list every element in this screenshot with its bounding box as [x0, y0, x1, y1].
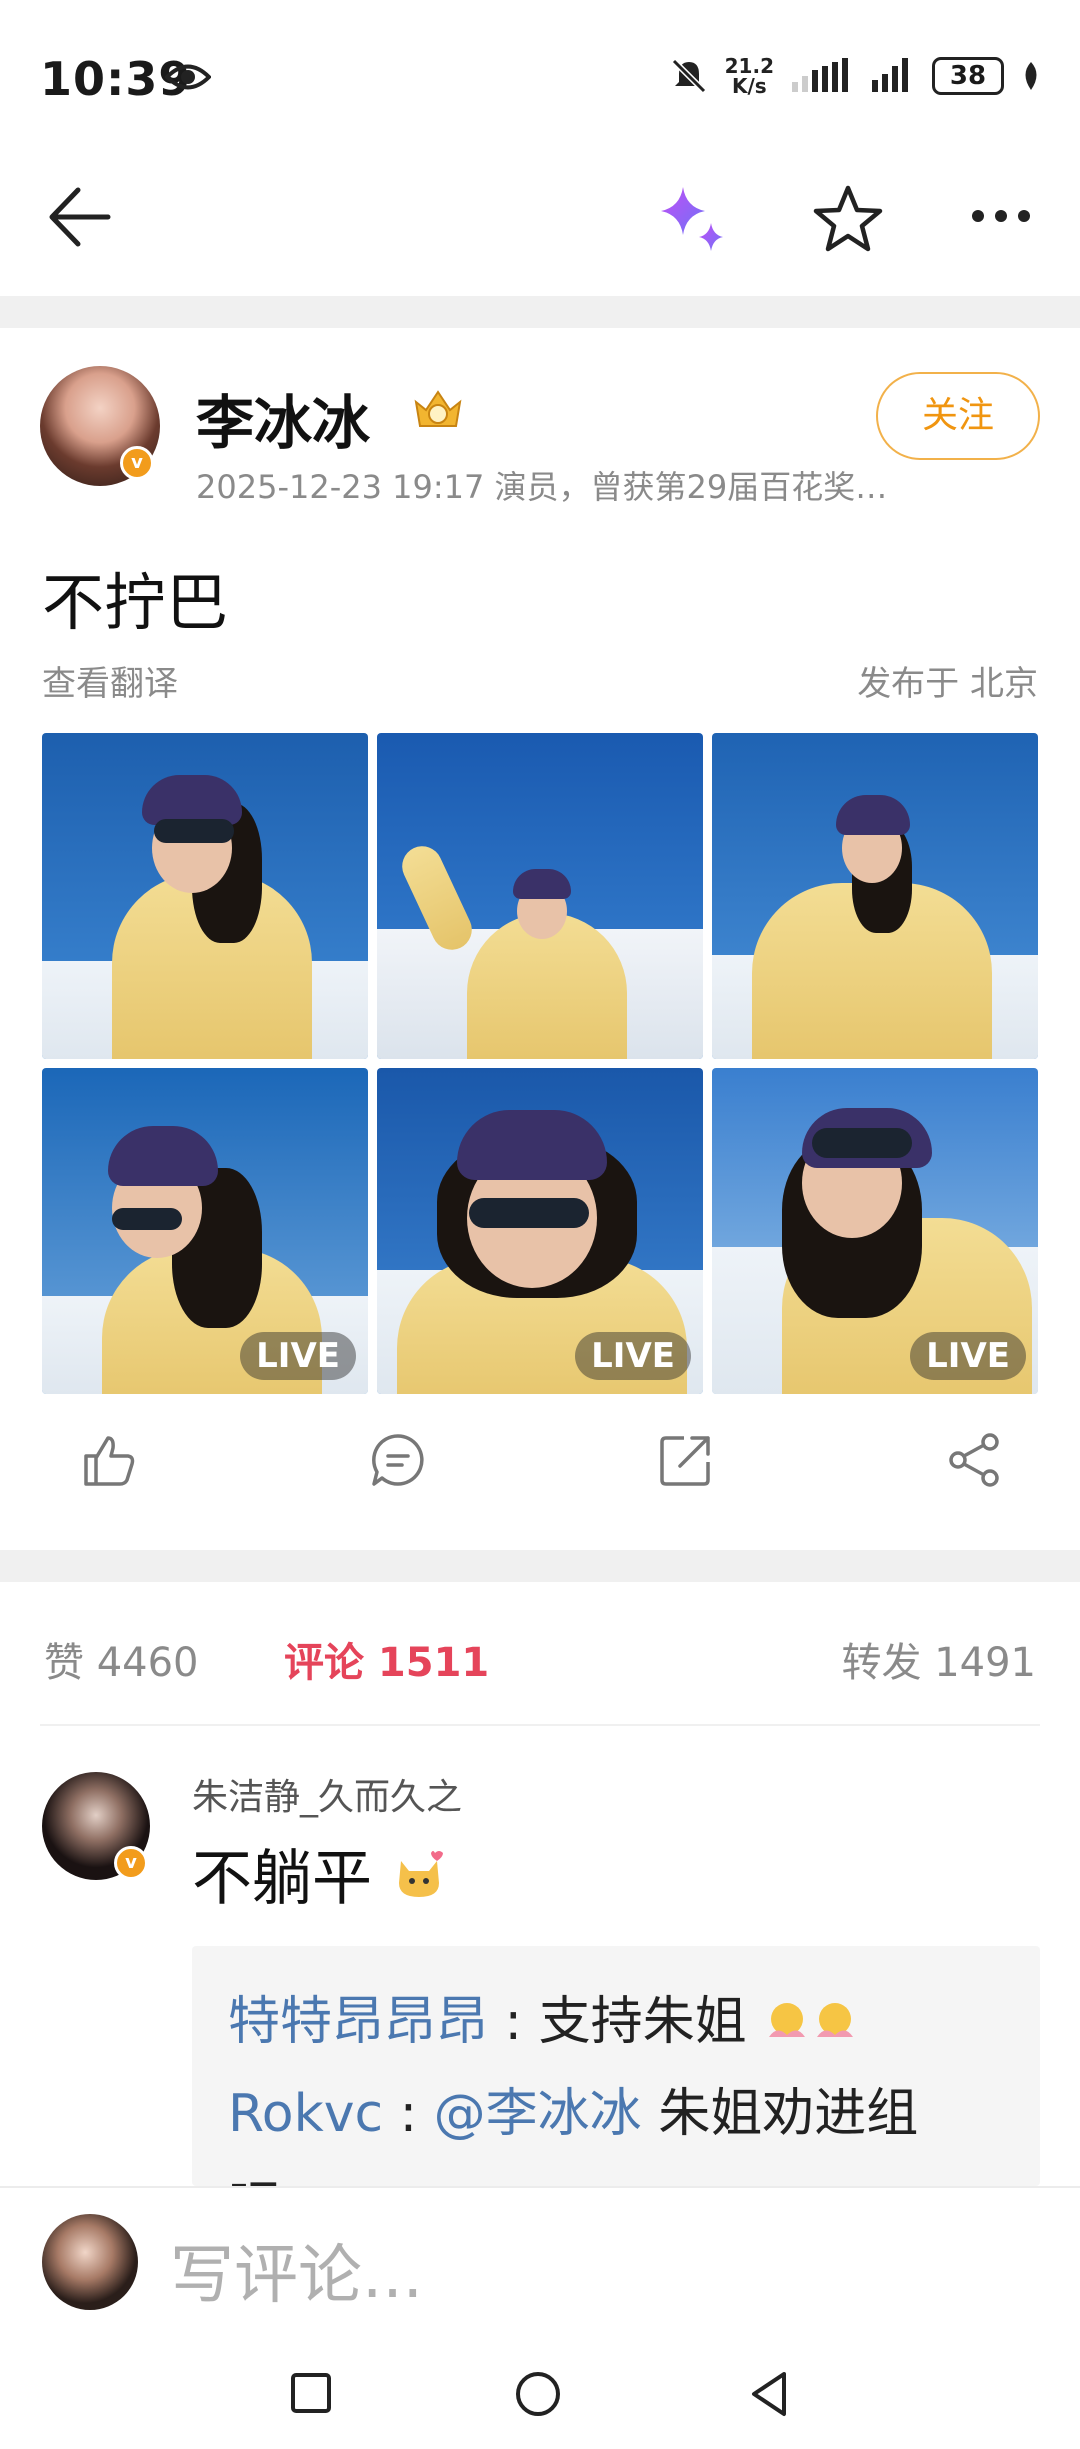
reposts-count[interactable]: 转发 1491 [841, 1630, 1036, 1688]
reply-mention[interactable]: @李冰冰 [434, 2084, 642, 2144]
eye-icon [165, 64, 211, 90]
reply-user[interactable]: 特特昂昂昂 [228, 1992, 488, 2052]
comment-text: 不躺平 [192, 1830, 447, 1917]
comment-author[interactable]: 朱洁静_久而久之 [192, 1768, 462, 1820]
section-divider [0, 1550, 1080, 1582]
signal-icon [872, 58, 908, 92]
battery-icon: 38 [932, 57, 1004, 95]
photo-1[interactable] [42, 733, 368, 1059]
crown-badge-icon [414, 390, 462, 427]
comment-input[interactable]: 写评论... [170, 2224, 423, 2316]
hug-emoji-icon [817, 2003, 854, 2037]
reply-box[interactable]: 特特昂昂昂 : 支持朱姐 Rokvc : @李冰冰 朱姐劝进组 吧 [192, 1946, 1040, 2186]
reply-text: 吧 [228, 2176, 280, 2186]
comment-icon[interactable] [368, 1430, 428, 1490]
circle-icon[interactable] [514, 2370, 562, 2418]
sparkle-icon[interactable] [655, 183, 729, 257]
system-nav-bar [0, 2326, 1080, 2449]
comment-text-body: 不躺平 [192, 1844, 372, 1914]
comment-input-bar: 写评论... [0, 2186, 1080, 2326]
thumbs-up-icon[interactable] [78, 1430, 138, 1490]
post-meta: 2025-12-23 19:17 演员，曾获第29届百花奖… [196, 468, 888, 506]
post-location: 发布于 北京 [857, 664, 1038, 704]
more-icon[interactable] [970, 208, 1032, 224]
photo-4[interactable]: LIVE [42, 1068, 368, 1394]
signal-icon [792, 58, 848, 92]
comments-tab[interactable]: 评论 1511 [284, 1630, 489, 1688]
live-badge: LIVE [910, 1332, 1026, 1380]
status-icons: 21.2 K/s 38 [669, 56, 1042, 96]
section-divider [0, 296, 1080, 328]
live-badge: LIVE [240, 1332, 356, 1380]
live-badge: LIVE [575, 1332, 691, 1380]
repost-icon[interactable] [656, 1430, 716, 1490]
post-text: 不拧巴 [42, 566, 229, 639]
follow-button[interactable]: 关注 [876, 372, 1040, 460]
cat-emoji-icon [399, 1851, 444, 1897]
share-icon[interactable] [944, 1430, 1004, 1490]
status-bar: 10:39 21.2 K/s 38 [0, 0, 1080, 150]
photo-5[interactable]: LIVE [377, 1068, 703, 1394]
photo-6[interactable]: LIVE [712, 1068, 1038, 1394]
reply-separator: : [383, 2084, 434, 2144]
reply-line: 吧 [228, 2160, 1004, 2186]
net-speed: 21.2 K/s [725, 56, 774, 96]
verified-badge: v [114, 1846, 148, 1880]
reply-user[interactable]: Rokvc [228, 2084, 383, 2144]
author-name[interactable]: 李冰冰 [196, 376, 370, 460]
reply-text: 朱姐劝进组 [641, 2084, 919, 2144]
star-icon[interactable] [812, 183, 884, 255]
hug-emoji-icon [769, 2003, 806, 2037]
net-speed-unit: K/s [731, 74, 767, 98]
photo-grid: LIVE LIVE LIVE [42, 733, 1040, 1394]
translate-link[interactable]: 查看翻译 [42, 656, 178, 705]
user-avatar[interactable] [42, 2214, 138, 2310]
reply-line: 特特昂昂昂 : 支持朱姐 [228, 1976, 1004, 2068]
reply-separator: : [488, 1992, 539, 2052]
stats-divider [40, 1724, 1040, 1726]
square-icon[interactable] [290, 2372, 332, 2414]
likes-count[interactable]: 赞 4460 [44, 1630, 199, 1688]
leaf-icon [1025, 62, 1037, 90]
net-speed-value: 21.2 [724, 54, 774, 78]
mute-icon [671, 58, 706, 94]
action-bar [0, 1430, 1080, 1520]
reply-line: Rokvc : @李冰冰 朱姐劝进组 [228, 2068, 1004, 2160]
verified-badge: v [120, 446, 154, 480]
back-arrow-icon[interactable] [44, 182, 114, 252]
nav-bar [0, 150, 1080, 290]
triangle-back-icon[interactable] [748, 2370, 790, 2418]
reply-text: 支持朱姐 [538, 1992, 747, 2052]
photo-2[interactable] [377, 733, 703, 1059]
photo-3[interactable] [712, 733, 1038, 1059]
